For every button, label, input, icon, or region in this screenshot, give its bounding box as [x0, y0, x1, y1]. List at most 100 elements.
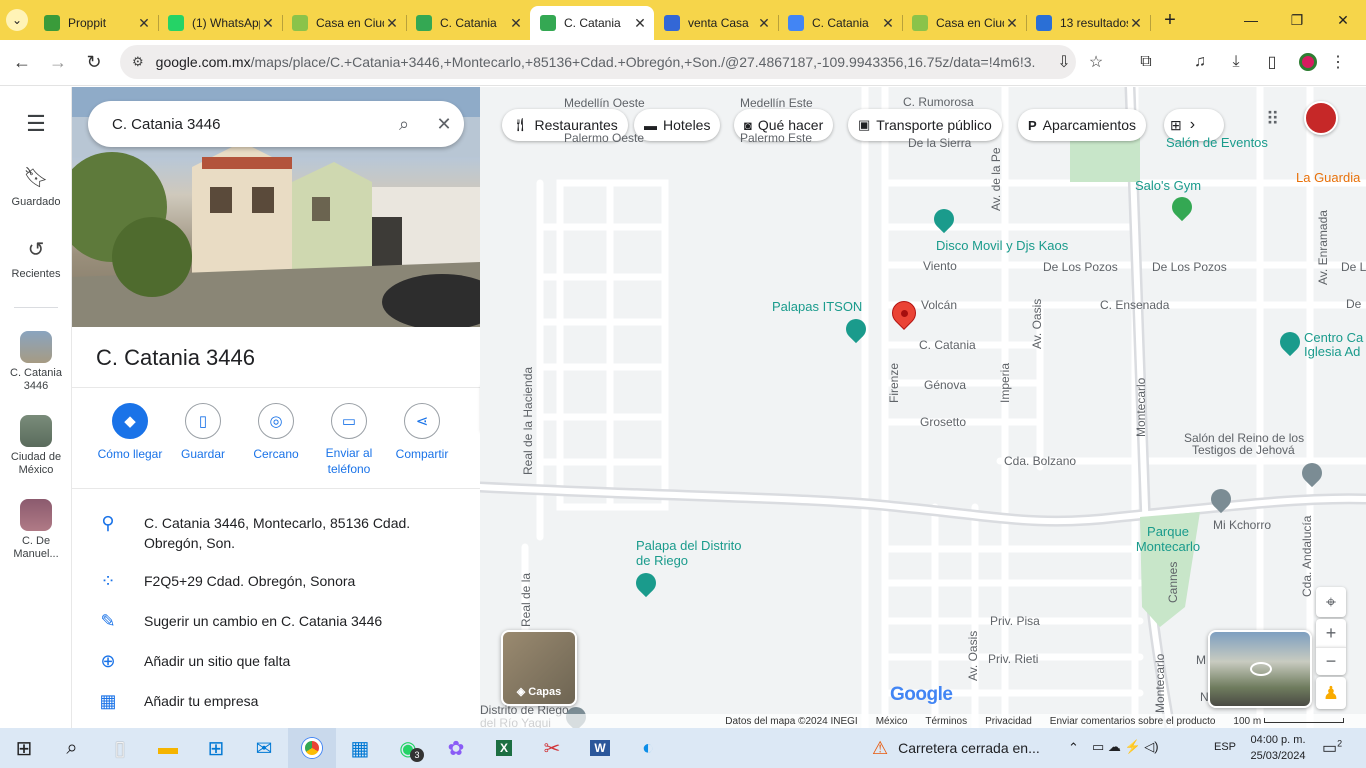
close-icon[interactable]: ✕	[424, 114, 464, 135]
browser-tab[interactable]: (1) WhatsApp ✕	[158, 6, 283, 40]
media-control-icon[interactable]: ♫	[1186, 48, 1214, 76]
apps-grid-icon[interactable]: ⠿	[1266, 109, 1279, 130]
poi-label[interactable]: Testigos de Jehová	[1192, 443, 1295, 457]
explorer-taskbar-button[interactable]: ▬	[144, 728, 192, 768]
terms-link[interactable]: Términos	[925, 716, 967, 727]
poi-label[interactable]: Palapas ITSON	[772, 299, 862, 314]
poi-label[interactable]: Disco Movil y Djs Kaos	[936, 238, 1068, 253]
forward-button[interactable]: →	[40, 45, 76, 81]
add-place-row[interactable]: ⊕ Añadir un sitio que falta	[72, 651, 480, 672]
chip-hotels[interactable]: ▬ Hoteles	[634, 109, 721, 141]
browser-tab[interactable]: Casa en Ciudad✕	[282, 6, 407, 40]
poi-label[interactable]: La Guardia	[1296, 170, 1360, 185]
browser-menu-icon[interactable]: ⋮	[1324, 48, 1352, 76]
poi-label[interactable]: Parque Montecarlo	[1128, 524, 1208, 554]
notification-widget[interactable]: ⚠ Carretera cerrada en...	[872, 728, 1040, 768]
address-bar[interactable]: ⚙ google.com.mx/maps/place/C.+Catania+34…	[120, 45, 1076, 79]
reload-button[interactable]: ↻	[76, 45, 112, 81]
tab-close-icon[interactable]: ✕	[260, 15, 276, 32]
calendar-taskbar-button[interactable]: ▦	[336, 728, 384, 768]
search-taskbar-button[interactable]: ⌕	[48, 728, 96, 768]
back-button[interactable]: ←	[4, 45, 40, 81]
browser-tab[interactable]: Casa en Ciudad✕	[902, 6, 1027, 40]
tab-close-icon[interactable]: ✕	[632, 15, 648, 32]
tab-close-icon[interactable]: ✕	[384, 15, 400, 32]
chrome-taskbar-button[interactable]	[288, 728, 336, 768]
word-taskbar-button[interactable]: W	[576, 728, 624, 768]
tab-close-icon[interactable]: ✕	[1128, 15, 1144, 32]
save-button[interactable]: ▯ Guardar	[166, 403, 240, 461]
address-row[interactable]: ⚲ C. Catania 3446, Montecarlo, 85136 Cda…	[72, 513, 480, 553]
menu-icon[interactable]: ☰	[0, 111, 72, 137]
suggest-edit-row[interactable]: ✎ Sugerir un cambio en C. Catania 3446	[72, 611, 480, 632]
browser-tab[interactable]: C. Catania ✕	[778, 6, 903, 40]
tab-close-icon[interactable]: ✕	[756, 15, 772, 32]
privacy-link[interactable]: Privacidad	[985, 716, 1032, 727]
store-taskbar-button[interactable]: ⊞	[192, 728, 240, 768]
app-taskbar-button[interactable]: ✿	[432, 728, 480, 768]
file-taskbar-button[interactable]: ▯	[96, 728, 144, 768]
bookmark-star-icon[interactable]: ☆	[1082, 48, 1110, 76]
recent-item[interactable]: C. De Manuel...	[0, 499, 72, 561]
excel-taskbar-button[interactable]: X	[480, 728, 528, 768]
country-link[interactable]: México	[876, 716, 908, 727]
side-panel-icon[interactable]: ▯	[1258, 48, 1286, 76]
layers-button[interactable]: ◈ Capas	[501, 630, 577, 706]
directions-button[interactable]: ◆ Cómo llegar	[93, 403, 167, 461]
new-tab-button[interactable]: +	[1156, 6, 1184, 34]
downloads-icon[interactable]: ⤓	[1222, 48, 1250, 76]
rail-saved-button[interactable]: 🔖︎ Guardado	[0, 165, 72, 208]
minimize-button[interactable]: —	[1228, 0, 1274, 40]
recent-item[interactable]: C. Catania 3446	[0, 331, 72, 393]
rail-recent-button[interactable]: ↺ Recientes	[0, 237, 72, 280]
clock[interactable]: 04:00 p. m. 25/03/2024	[1246, 732, 1310, 764]
browser-tab[interactable]: venta Casa ✕	[654, 6, 779, 40]
snipping-taskbar-button[interactable]: ✂	[528, 728, 576, 768]
install-app-icon[interactable]: ⇩	[1050, 48, 1078, 76]
share-button[interactable]: ⋖ Compartir	[385, 403, 459, 461]
scale-bar[interactable]: 100 m	[1233, 716, 1344, 727]
account-avatar[interactable]	[1304, 101, 1338, 135]
tab-close-icon[interactable]: ✕	[880, 15, 896, 32]
browser-tab[interactable]: Proppit ✕	[34, 6, 159, 40]
search-icon[interactable]: ⌕	[384, 114, 424, 135]
language-indicator[interactable]: ESP	[1214, 741, 1236, 753]
chip-parking[interactable]: P Aparcamientos	[1018, 109, 1147, 141]
send-to-phone-button[interactable]: ▭ Enviar al teléfono	[312, 403, 386, 477]
tab-search-button[interactable]: ⌄	[0, 0, 34, 40]
nearby-button[interactable]: ◎ Cercano	[239, 403, 313, 461]
mail-taskbar-button[interactable]: ✉	[240, 728, 288, 768]
feedback-link[interactable]: Enviar comentarios sobre el producto	[1050, 716, 1216, 727]
poi-label[interactable]: Palapa del Distrito de Riego	[636, 538, 746, 568]
recent-item[interactable]: Ciudad de México	[0, 415, 72, 477]
zoom-out-button[interactable]: −	[1316, 647, 1346, 675]
map-canvas[interactable]: 🍴︎ Restaurantes ▬ Hoteles ◙ Qué hacer ▣ Tran…	[480, 87, 1366, 728]
tab-close-icon[interactable]: ✕	[1004, 15, 1020, 32]
poi-label[interactable]: Centro Ca	[1304, 330, 1363, 345]
browser-tab[interactable]: 13 resultados ✕	[1026, 6, 1151, 40]
poi-label[interactable]: Salón de Eventos	[1166, 135, 1268, 150]
add-business-row[interactable]: ▦ Añadir tu empresa	[72, 691, 480, 712]
search-input[interactable]: C. Catania 3446	[112, 116, 384, 133]
show-hidden-icons[interactable]: ⌃	[1068, 740, 1079, 756]
plus-code-row[interactable]: ⁘ F2Q5+29 Cdad. Obregón, Sonora	[72, 571, 480, 592]
profile-avatar[interactable]	[1294, 48, 1322, 76]
url-text[interactable]: google.com.mx/maps/place/C.+Catania+3446…	[156, 54, 1036, 70]
poi-label[interactable]: Mi Kchorro	[1213, 518, 1271, 532]
restore-button[interactable]: ❐	[1274, 0, 1320, 40]
tab-close-icon[interactable]: ✕	[508, 15, 524, 32]
system-tray-icons[interactable]: ▭ ☁ ⚡ ◁)	[1092, 739, 1159, 755]
edge-taskbar-button[interactable]: ◐	[624, 728, 672, 768]
pegman-button[interactable]: ♟	[1316, 677, 1346, 709]
my-location-button[interactable]: ⌖	[1316, 587, 1346, 617]
street-view-thumbnail[interactable]	[1208, 630, 1312, 708]
zoom-in-button[interactable]: +	[1316, 619, 1346, 647]
browser-tab[interactable]: C. Catania ✕	[530, 6, 654, 40]
poi-label[interactable]: Iglesia Ad	[1304, 344, 1360, 359]
whatsapp-taskbar-button[interactable]: ◉ 3	[384, 728, 432, 768]
extensions-icon[interactable]: ⧉	[1132, 48, 1160, 76]
browser-tab[interactable]: C. Catania ✕	[406, 6, 531, 40]
poi-label[interactable]: Salo's Gym	[1135, 178, 1201, 193]
notification-center-button[interactable]: ▭2	[1322, 738, 1342, 758]
start-button[interactable]: ⊞	[0, 728, 48, 768]
